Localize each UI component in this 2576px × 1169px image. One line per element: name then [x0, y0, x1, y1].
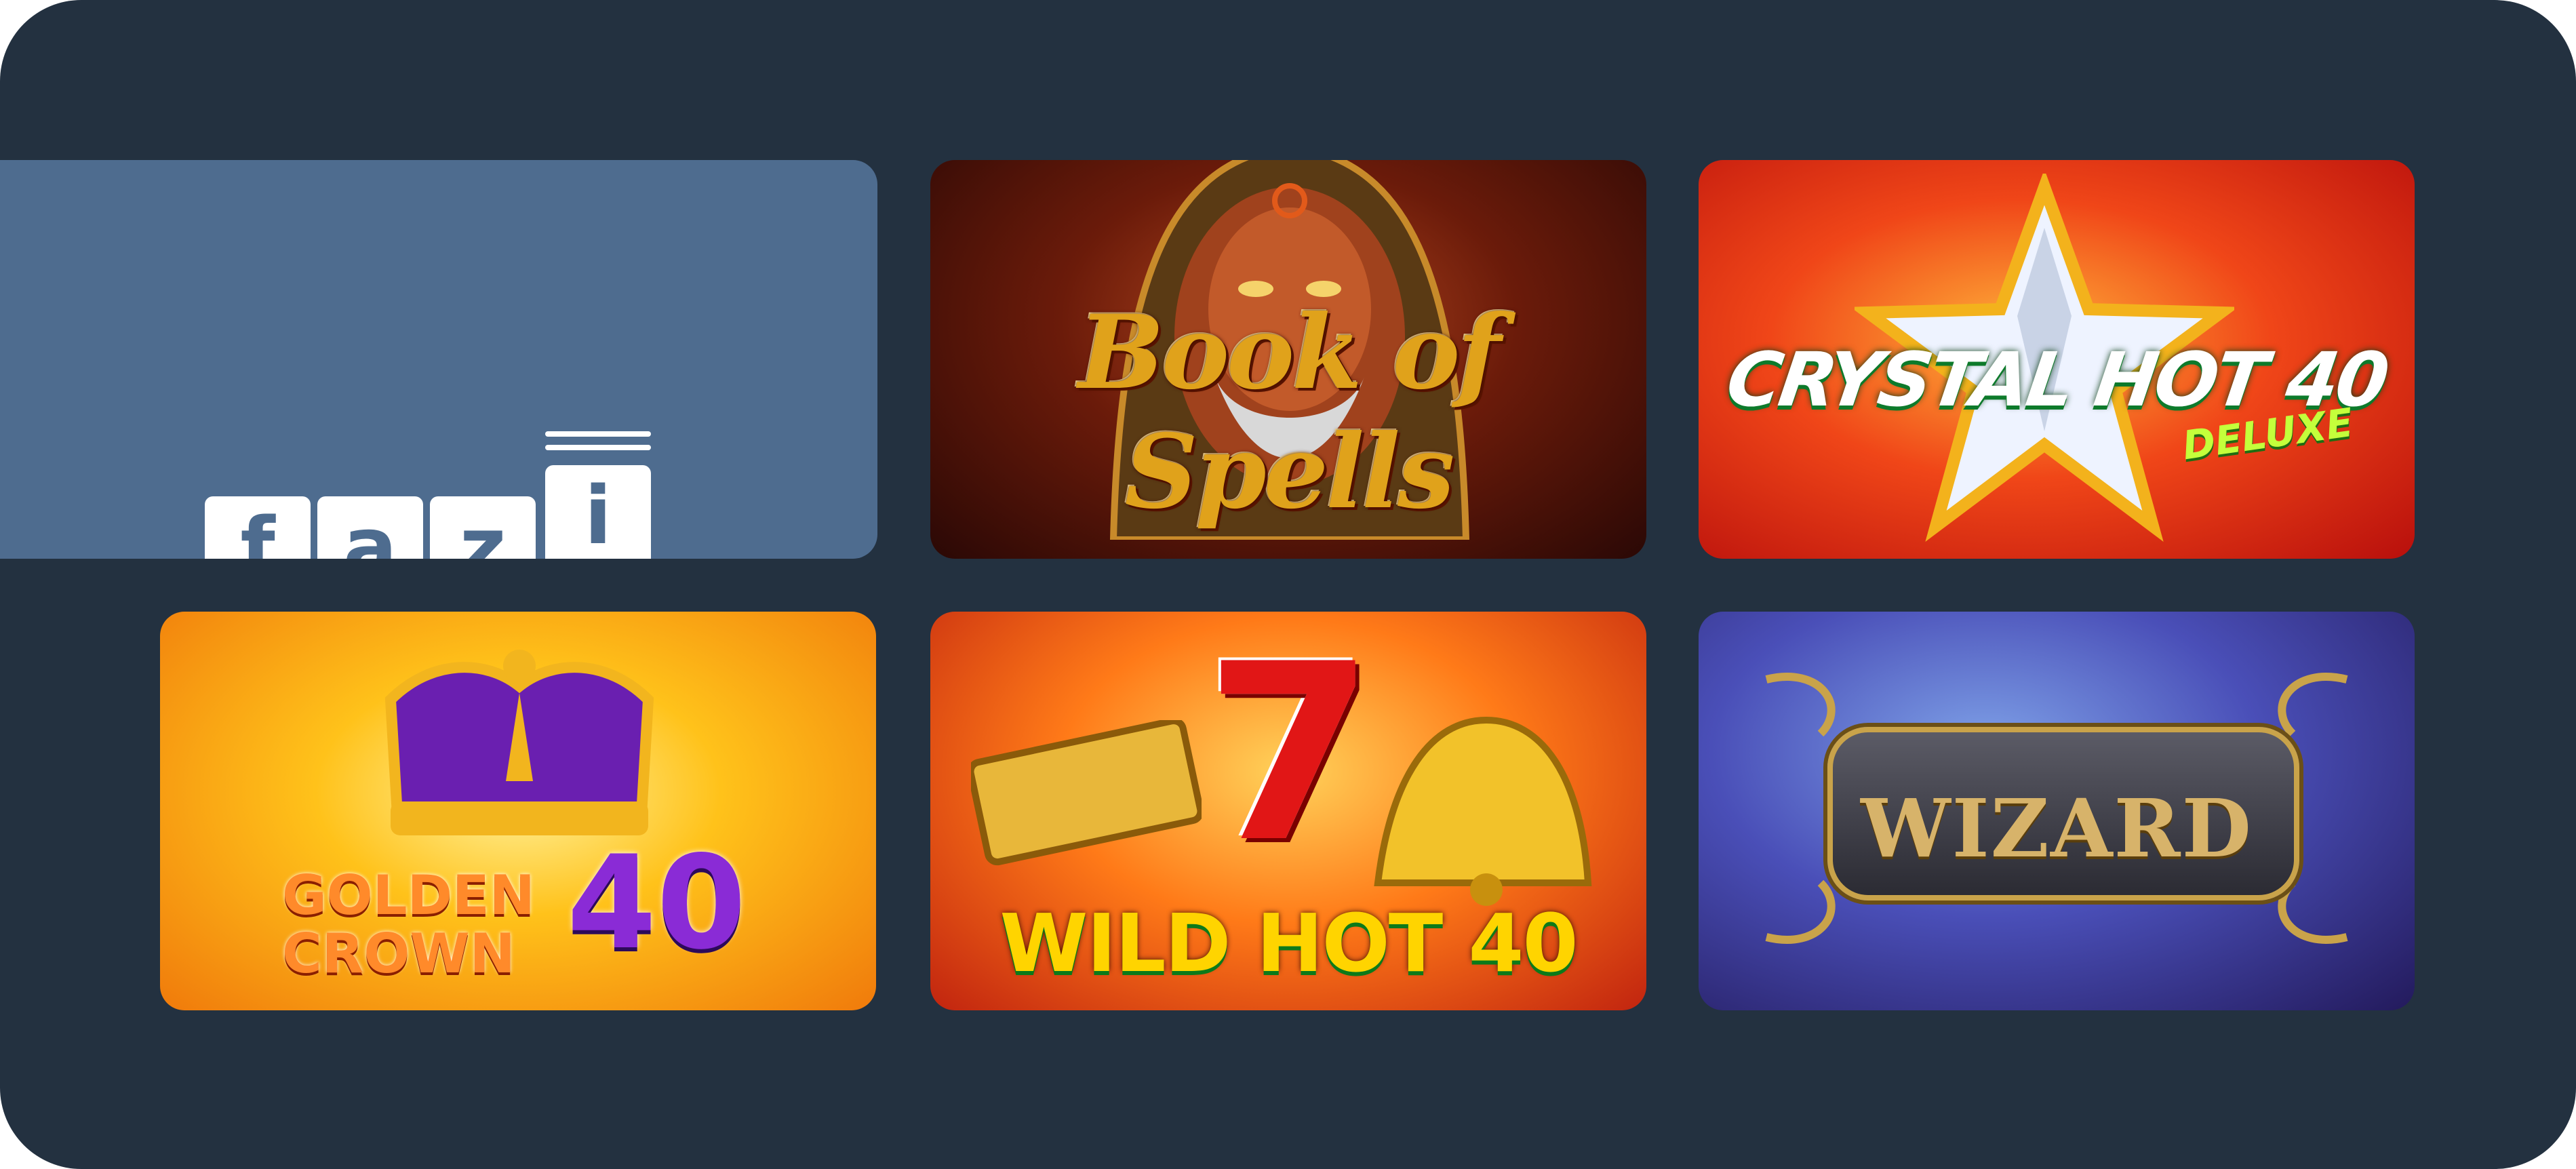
game-title-line1: GOLDEN CROWN	[282, 867, 535, 983]
crown-icon	[384, 650, 654, 835]
logo-letter-i: i	[545, 465, 651, 559]
seven-icon: 7	[1204, 612, 1375, 896]
game-title-number: 40	[567, 828, 747, 978]
game-title: Book of Spells	[1078, 293, 1501, 532]
fazi-logo-icon: f a z i	[205, 431, 652, 559]
game-tile-wild-hot-40[interactable]: 7 WILD HOT 40	[930, 612, 1646, 1010]
game-title: WILD HOT 40	[999, 896, 1578, 990]
title-line2: CROWN	[282, 922, 515, 985]
game-title: WIZARD	[1861, 781, 2253, 875]
provider-tile-fazi[interactable]: f a z i	[0, 160, 877, 559]
games-panel: f a z i Book of Spells CRYSTAL HOT 40 DE…	[0, 0, 2576, 1169]
game-tile-wizard[interactable]: WIZARD	[1699, 612, 2415, 1010]
logo-letter-a: a	[317, 496, 423, 559]
title-line1: GOLDEN	[282, 864, 535, 927]
game-tile-crystal-hot-40-deluxe[interactable]: CRYSTAL HOT 40 DELUXE	[1699, 160, 2415, 559]
game-tile-book-of-spells[interactable]: Book of Spells	[930, 160, 1646, 559]
logo-bar-1	[545, 431, 651, 437]
logo-letter-z: z	[430, 496, 536, 559]
logo-bar-2	[545, 445, 651, 450]
logo-letter-f: f	[205, 496, 311, 559]
game-tile-golden-crown-40[interactable]: GOLDEN CROWN 40	[160, 612, 876, 1010]
